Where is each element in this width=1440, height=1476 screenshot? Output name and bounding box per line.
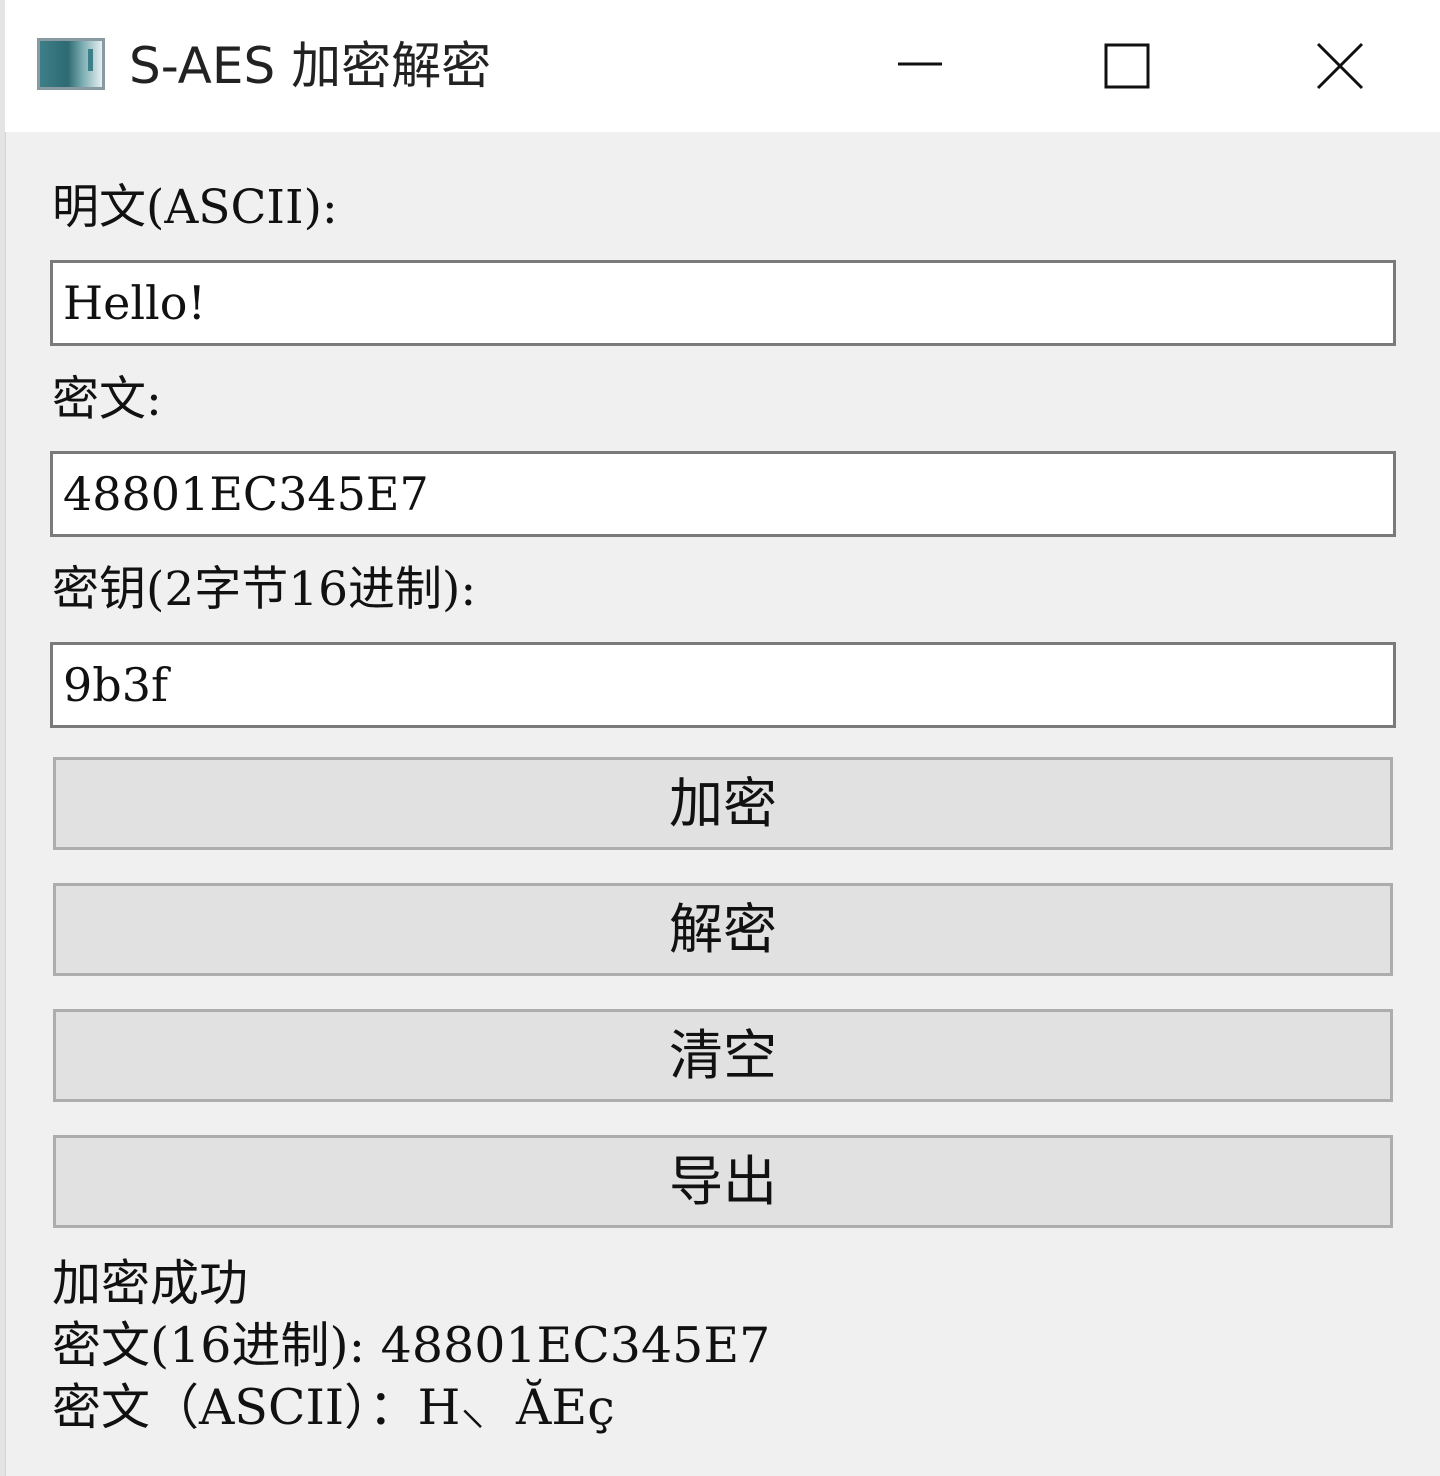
clear-button[interactable]: 清空: [53, 1009, 1393, 1102]
status-ciphertext-ascii: 密文（ASCII）：H⸜ ĂEç: [52, 1379, 615, 1436]
encrypt-button[interactable]: 加密: [53, 757, 1393, 850]
window-left-edge: [0, 0, 6, 1476]
plaintext-label: 明文(ASCII):: [52, 180, 338, 235]
minimize-icon: [898, 62, 942, 66]
maximize-icon: [1104, 43, 1150, 89]
ciphertext-label: 密文:: [52, 372, 162, 427]
maximize-button[interactable]: [1060, 0, 1190, 132]
close-icon: [1316, 42, 1364, 90]
status-message: 加密成功: [52, 1255, 249, 1312]
minimize-button[interactable]: [855, 0, 985, 132]
key-input[interactable]: [50, 642, 1396, 728]
title-bar[interactable]: S-AES 加密解密: [5, 0, 1440, 132]
plaintext-input[interactable]: [50, 260, 1396, 346]
app-icon: [37, 38, 105, 90]
decrypt-button[interactable]: 解密: [53, 883, 1393, 976]
key-label: 密钥(2字节16进制):: [52, 562, 477, 617]
app-window: S-AES 加密解密 明文(ASCII): 密文: 密钥(2字节16进制): 加…: [0, 0, 1440, 1476]
ciphertext-input[interactable]: [50, 451, 1396, 537]
window-title: S-AES 加密解密: [129, 37, 492, 95]
export-button[interactable]: 导出: [53, 1135, 1393, 1228]
close-button[interactable]: [1270, 0, 1400, 132]
status-ciphertext-hex: 密文(16进制): 48801EC345E7: [52, 1317, 771, 1374]
